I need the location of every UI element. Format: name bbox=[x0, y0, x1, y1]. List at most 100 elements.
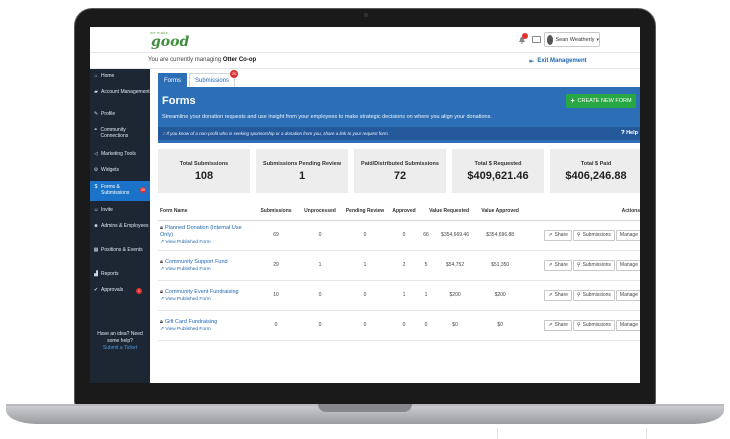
form-title-link[interactable]: 🔒︎ Gift Card Fundraising bbox=[160, 319, 254, 326]
sidebar-item-community-connections[interactable]: ⚭ Community Connections bbox=[90, 127, 150, 143]
sidebar-item-profile[interactable]: ✎ Profile bbox=[90, 111, 150, 121]
view-published-form-link[interactable]: ↗ View Published Form bbox=[160, 327, 254, 332]
column-header: Value Approved bbox=[478, 202, 523, 221]
page-subtitle: Streamline your donation requests and us… bbox=[162, 114, 492, 120]
sidebar-item-account-management[interactable]: ▰ Account Management bbox=[90, 89, 150, 105]
view-published-form-link[interactable]: ↗ View Published Form bbox=[160, 297, 254, 302]
briefcase-icon: ▰ bbox=[94, 89, 98, 95]
hint-message: If you know of a non-profit who is seeki… bbox=[166, 131, 390, 136]
submit-ticket-link[interactable]: Submit a Ticket bbox=[90, 345, 150, 352]
approved-cell: 2 bbox=[388, 250, 420, 281]
search-icon: ⚲ bbox=[576, 262, 581, 268]
actions-cell: ⇗ Share ⚲ Submissions Manage bbox=[522, 280, 640, 311]
manage-label: Manage bbox=[619, 262, 638, 268]
pencil-icon: ✎ bbox=[93, 111, 99, 117]
form-name-cell: 🔒︎ Gift Card Fundraising ↗ View Published… bbox=[158, 310, 254, 341]
form-title-link[interactable]: 🔒︎ Planned Donation (Internal Use Only) bbox=[160, 225, 254, 239]
sidebar-item-marketing-tools[interactable]: ◁ Marketing Tools bbox=[90, 151, 150, 161]
manage-button[interactable]: Manage bbox=[615, 229, 640, 241]
sidebar-item-label: Forms & Submissions bbox=[101, 184, 130, 196]
pending-cell: 0 bbox=[342, 280, 388, 311]
manage-button[interactable]: Manage bbox=[615, 319, 640, 331]
value-approved-cell: $51,350 bbox=[478, 250, 523, 281]
form-name-cell: 🔒︎ Planned Donation (Internal Use Only) ↗… bbox=[158, 220, 254, 251]
sidebar-badge: 1 bbox=[136, 288, 142, 294]
submissions-button[interactable]: ⚲ Submissions bbox=[572, 229, 615, 241]
stat-value: $409,621.46 bbox=[467, 169, 529, 182]
stat-total-submissions: Total Submissions 108 bbox=[158, 149, 250, 193]
share-button[interactable]: ⇗ Share bbox=[544, 319, 572, 331]
share-icon: ⇗ bbox=[548, 262, 553, 268]
stat-value: 1 bbox=[298, 169, 306, 182]
tab-forms[interactable]: Forms bbox=[158, 73, 187, 87]
sidebar-item-label: Invite bbox=[101, 207, 113, 213]
avatar bbox=[547, 34, 554, 45]
approved-cell: 0 bbox=[388, 310, 420, 341]
view-label: View Published Form bbox=[165, 266, 211, 272]
sidebar-item-invite[interactable]: ☺ Invite bbox=[90, 207, 150, 217]
share-button[interactable]: ⇗ Share bbox=[544, 289, 572, 301]
user-plus-icon: ☺ bbox=[93, 207, 99, 213]
sidebar-item-approvals[interactable]: ✔ Approvals 1 bbox=[90, 287, 150, 297]
manage-label: Manage bbox=[619, 292, 638, 298]
help-text: Have an idea? Need some help? bbox=[97, 331, 143, 344]
view-published-form-link[interactable]: ↗ View Published Form bbox=[160, 267, 254, 272]
help-box: Have an idea? Need some help? Submit a T… bbox=[90, 331, 150, 352]
page-title: Forms bbox=[162, 95, 196, 107]
submissions-button[interactable]: ⚲ Submissions bbox=[572, 319, 615, 331]
lock-icon: 🔒︎ bbox=[160, 225, 163, 231]
forms-table: Form Name Submissions Unprocessed Pendin… bbox=[158, 202, 640, 341]
form-title-link[interactable]: 🔒︎ Community Support Fund bbox=[160, 259, 254, 266]
tab-label: Forms bbox=[164, 77, 181, 84]
sidebar-item-forms-submissions[interactable]: $ Forms & Submissions 20 bbox=[90, 181, 150, 201]
column-header: Submissions bbox=[254, 202, 298, 221]
pending-cell: 1 bbox=[342, 250, 388, 281]
value-requested-cell: $54,752 bbox=[432, 250, 479, 281]
create-new-form-button[interactable]: + CREATE NEW FORM bbox=[566, 94, 636, 108]
tab-submissions[interactable]: Submissions 20 bbox=[189, 70, 239, 87]
sidebar-item-home[interactable]: ⌂ Home bbox=[90, 73, 150, 83]
tab-bar: Forms Submissions 20 bbox=[158, 70, 239, 87]
managing-bar: You are currently managing Otter Co-op ⇤… bbox=[90, 53, 640, 69]
stat-paid-distributed: Paid/Distributed Submissions 72 bbox=[354, 149, 446, 193]
share-button[interactable]: ⇗ Share bbox=[544, 259, 572, 271]
form-title-link[interactable]: 🔒︎ Community Event Fundraising bbox=[160, 289, 254, 296]
share-icon: ⇗ bbox=[548, 292, 553, 298]
sidebar-item-reports[interactable]: ▟ Reports bbox=[90, 271, 150, 281]
managing-text: You are currently managing Otter Co-op bbox=[148, 57, 256, 63]
submissions-button[interactable]: ⚲ Submissions bbox=[572, 289, 615, 301]
user-menu[interactable]: Sean Weatherly ▾ bbox=[544, 32, 600, 47]
sidebar-item-widgets[interactable]: ⚙ Widgets bbox=[90, 167, 150, 177]
submissions-button[interactable]: ⚲ Submissions bbox=[572, 259, 615, 271]
help-label: Help bbox=[626, 130, 638, 136]
mail-icon[interactable] bbox=[532, 36, 541, 43]
tab-badge: 20 bbox=[230, 70, 239, 78]
stat-pending-review: Submissions Pending Review 1 bbox=[256, 149, 348, 193]
lock-icon: 🔒︎ bbox=[160, 258, 163, 265]
sidebar-item-label: Reports bbox=[101, 271, 119, 277]
chart-icon: ▟ bbox=[94, 271, 98, 277]
calendar-icon: ▦ bbox=[93, 247, 99, 253]
submissions-label: Submissions bbox=[582, 292, 611, 298]
manage-button[interactable]: Manage bbox=[615, 289, 640, 301]
search-icon: ⚲ bbox=[576, 322, 581, 328]
share-button[interactable]: ⇗ Share bbox=[544, 229, 572, 241]
view-published-form-link[interactable]: ↗ View Published Form bbox=[160, 240, 254, 245]
value-requested-cell: $0 bbox=[432, 310, 479, 341]
share-icon: ⇗ bbox=[548, 232, 553, 238]
tab-label: Submissions bbox=[195, 77, 230, 84]
home-icon: ⌂ bbox=[94, 73, 98, 79]
approved-cell: 1 bbox=[388, 280, 420, 311]
stat-total-requested: Total $ Requested $409,621.46 bbox=[452, 149, 544, 193]
sidebar-item-admins-employees[interactable]: ☻ Admins & Employees bbox=[90, 223, 150, 239]
table-row: 🔒︎ Gift Card Fundraising ↗ View Published… bbox=[158, 310, 640, 341]
brand-logo[interactable]: we make good bbox=[150, 30, 200, 50]
help-link[interactable]: ❓︎ Help bbox=[621, 130, 638, 137]
lock-icon: 🔒︎ bbox=[160, 288, 163, 295]
share-label: Share bbox=[554, 232, 568, 238]
exit-management-button[interactable]: ⇤ Exit Management bbox=[520, 55, 596, 67]
sidebar-item-positions-events[interactable]: ▦ Positions & Events bbox=[90, 247, 150, 263]
submissions-label: Submissions bbox=[582, 262, 611, 268]
sidebar-item-label: Account Management bbox=[101, 89, 150, 95]
manage-button[interactable]: Manage bbox=[615, 259, 640, 271]
